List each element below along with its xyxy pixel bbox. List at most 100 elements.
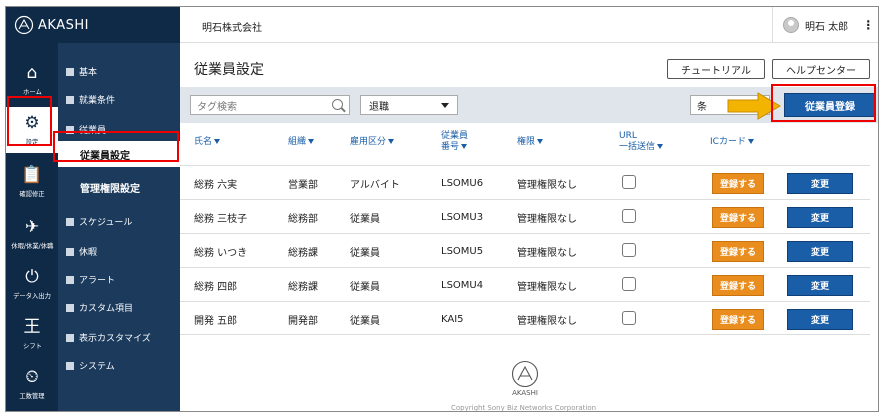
cell-type: 従業員 <box>350 281 380 293</box>
cell-name[interactable]: 総務 三枝子 <box>194 200 247 234</box>
company-name: 明石株式会社 <box>202 23 262 34</box>
register-ic-card-button[interactable]: 登録する <box>712 241 764 262</box>
user-menu[interactable]: 明石 太郎 ⋮ <box>772 7 878 43</box>
home-icon: ⌂ <box>26 62 38 83</box>
tutorial-button[interactable]: チュートリアル <box>667 59 765 79</box>
submenu-item-schedule[interactable]: スケジュール <box>66 215 132 228</box>
tag-search-input[interactable]: タグ検索 <box>190 95 350 115</box>
cell-org: 営業部 <box>288 179 318 191</box>
highlight-settings-rail <box>7 96 52 146</box>
edit-button[interactable]: 変更 <box>787 173 853 194</box>
copyright-text: Copyright Sony Biz Networks Corporation <box>451 404 597 412</box>
header-ic-card[interactable]: ICカード <box>710 137 754 148</box>
square-bullet-icon <box>66 217 74 226</box>
register-ic-card-button[interactable]: 登録する <box>712 309 764 330</box>
help-center-button[interactable]: ヘルプセンター <box>772 59 870 79</box>
submenu-item-display-customize[interactable]: 表示カスタマイズ <box>66 331 151 344</box>
shift-icon: 王 <box>23 316 41 337</box>
table-row: 総務 いつき 総務課 従業員 LSOMU5 管理権限なし 登録する 変更 <box>180 233 870 267</box>
brand-name: AKASHI <box>38 17 89 33</box>
header-role[interactable]: 権限 <box>517 137 544 148</box>
cell-id: LSOMU6 <box>441 177 484 189</box>
header-name[interactable]: 氏名 <box>194 137 221 148</box>
more-options-icon[interactable]: ⋮ <box>862 18 874 32</box>
square-bullet-icon <box>66 275 74 284</box>
cell-name[interactable]: 総務 いつき <box>194 234 247 268</box>
register-ic-card-button[interactable]: 登録する <box>712 275 764 296</box>
timer-icon: ⏲ <box>25 366 39 387</box>
cell-id: LSOMU5 <box>441 245 484 257</box>
plane-icon: ✈ <box>24 216 40 237</box>
square-bullet-icon <box>66 361 74 370</box>
rail-item-shift[interactable]: 王 シフト <box>6 311 58 357</box>
bulk-send-checkbox[interactable] <box>622 311 636 325</box>
edit-button[interactable]: 変更 <box>787 207 853 228</box>
submenu-item-admin-permissions[interactable]: 管理権限設定 <box>58 174 180 200</box>
akashi-footer-logo-icon <box>511 360 539 388</box>
cell-id: KAI5 <box>441 313 464 325</box>
rail-item-man-hours[interactable]: ⏲ 工数管理 <box>6 361 58 407</box>
cell-type: アルバイト <box>350 179 400 191</box>
rail-item-label: データ入出力 <box>13 291 51 300</box>
cell-org: 総務課 <box>288 281 318 293</box>
cell-org: 開発部 <box>288 315 318 327</box>
cell-role: 管理権限なし <box>517 213 577 225</box>
cell-name[interactable]: 総務 四郎 <box>194 268 237 302</box>
rail-item-leave[interactable]: ✈ 休暇/休業/休職 <box>6 211 58 257</box>
sort-icon <box>537 139 544 144</box>
cell-role: 管理権限なし <box>517 247 577 259</box>
edit-button[interactable]: 変更 <box>787 275 853 296</box>
cell-name[interactable]: 開発 五郎 <box>194 302 237 336</box>
clipboard-icon: 📋 <box>21 164 43 185</box>
edit-button[interactable]: 変更 <box>787 309 853 330</box>
cell-id: LSOMU4 <box>441 279 484 291</box>
bulk-send-checkbox[interactable] <box>622 175 636 189</box>
register-ic-card-button[interactable]: 登録する <box>712 207 764 228</box>
header-org[interactable]: 組織 <box>288 137 315 148</box>
cell-role: 管理権限なし <box>517 315 577 327</box>
header-employment-type[interactable]: 雇用区分 <box>350 137 395 148</box>
top-bar: 明石株式会社 明石 太郎 ⋮ <box>180 7 878 43</box>
brand-bar[interactable]: AKASHI <box>6 7 180 43</box>
sort-icon <box>388 139 395 144</box>
edit-button[interactable]: 変更 <box>787 241 853 262</box>
avatar <box>783 17 799 33</box>
search-placeholder: タグ検索 <box>197 101 237 113</box>
table-row: 総務 三枝子 総務部 従業員 LSOMU3 管理権限なし 登録する 変更 <box>180 199 870 233</box>
submenu-item-custom-fields[interactable]: カスタム項目 <box>66 301 133 314</box>
rail-item-check-edit[interactable]: 📋 確認修正 <box>6 159 58 205</box>
square-bullet-icon <box>66 247 74 256</box>
search-icon[interactable] <box>332 99 343 110</box>
bulk-send-checkbox[interactable] <box>622 277 636 291</box>
cell-role: 管理権限なし <box>517 179 577 191</box>
power-icon: ⏻ <box>25 266 39 287</box>
akashi-logo-icon <box>14 15 34 35</box>
cell-type: 従業員 <box>350 213 380 225</box>
submenu-item-alert[interactable]: アラート <box>66 273 115 286</box>
sort-icon <box>214 139 221 144</box>
page-title: 従業員設定 <box>194 62 264 78</box>
sort-icon <box>308 139 315 144</box>
cell-type: 従業員 <box>350 247 380 259</box>
rail-item-data-io[interactable]: ⏻ データ入出力 <box>6 261 58 307</box>
submenu-item-work-conditions[interactable]: 就業条件 <box>66 93 115 106</box>
submenu-item-leave[interactable]: 休暇 <box>66 245 97 258</box>
table-row: 総務 六実 営業部 アルバイト LSOMU6 管理権限なし 登録する 変更 <box>180 165 870 199</box>
status-select[interactable]: 退職 <box>360 95 458 115</box>
highlight-register-button <box>771 84 876 122</box>
cell-org: 総務部 <box>288 213 318 225</box>
submenu-item-basic[interactable]: 基本 <box>66 65 97 78</box>
highlight-employee-settings <box>53 131 179 162</box>
cell-name[interactable]: 総務 六実 <box>194 166 237 200</box>
cell-type: 従業員 <box>350 315 380 327</box>
bulk-send-checkbox[interactable] <box>622 243 636 257</box>
submenu-item-system[interactable]: システム <box>66 359 115 372</box>
bulk-send-checkbox[interactable] <box>622 209 636 223</box>
register-ic-card-button[interactable]: 登録する <box>712 173 764 194</box>
sort-icon <box>747 139 754 144</box>
chevron-down-icon <box>441 103 449 108</box>
cell-org: 総務課 <box>288 247 318 259</box>
header-employee-number[interactable]: 従業員 番号 <box>441 131 468 153</box>
table-row: 開発 五郎 開発部 従業員 KAI5 管理権限なし 登録する 変更 <box>180 301 870 335</box>
header-url-bulk-send[interactable]: URL 一括送信 <box>619 131 664 153</box>
